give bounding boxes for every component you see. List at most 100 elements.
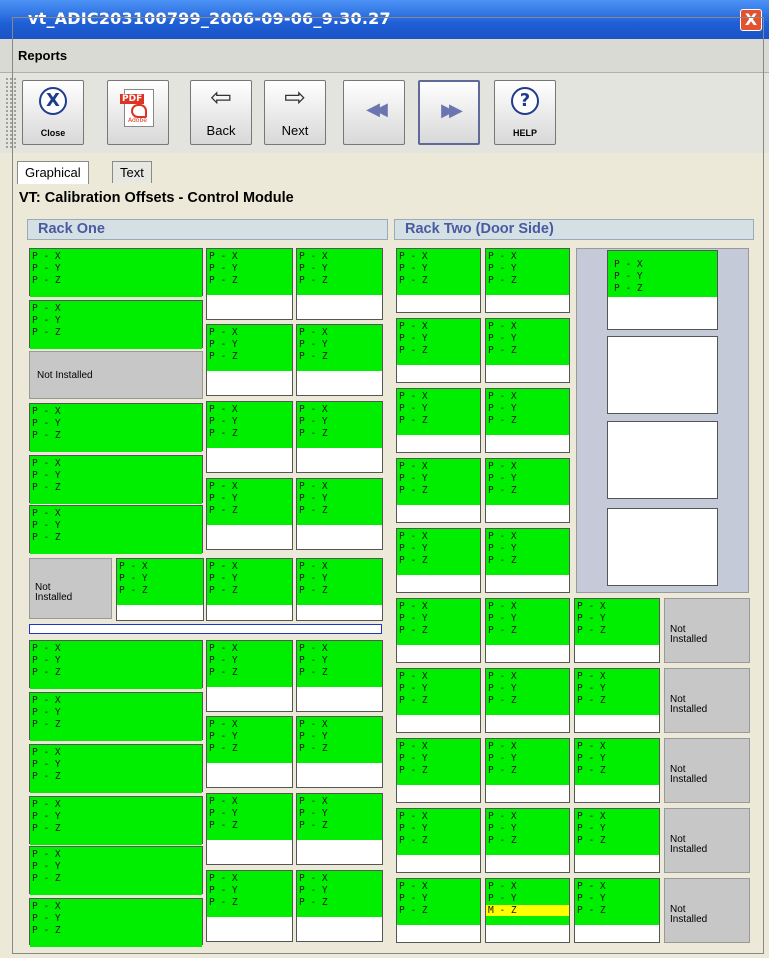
- label-p-y: P - Y: [299, 731, 328, 742]
- label-p-x: P - X: [488, 321, 517, 332]
- label-p-z: P - Z: [209, 667, 238, 678]
- label-p-x: P - X: [209, 873, 238, 884]
- rack-two-slot: P - XP - YP - Z: [396, 318, 481, 383]
- label-p-y: P - Y: [209, 731, 238, 742]
- label-p-y: P - Y: [299, 573, 328, 584]
- label-p-z: P - Z: [488, 485, 517, 496]
- label-p-z: P - Z: [299, 275, 328, 286]
- rack-two-slot: P - XP - YP - Z: [396, 808, 481, 873]
- label-p-x: P - X: [299, 719, 328, 730]
- rack-one-slot: P - XP - YP - Z: [296, 716, 383, 788]
- label-p-y: P - Y: [209, 263, 238, 274]
- label-p-z: P - Z: [299, 585, 328, 596]
- label-p-y: P - Y: [488, 333, 517, 344]
- rack-one-slot: P - XP - YP - Z: [206, 324, 293, 396]
- label-p-y: P - Y: [488, 753, 517, 764]
- rack-two-header: Rack Two (Door Side): [394, 219, 754, 240]
- label-p-z: P - Z: [32, 430, 61, 441]
- label-p-x: P - X: [488, 601, 517, 612]
- label-p-z: P - Z: [299, 897, 328, 908]
- rack-two-not-installed: Not Installed: [664, 878, 750, 943]
- label-p-z: P - Z: [299, 351, 328, 362]
- label-p-x: P - X: [399, 321, 428, 332]
- label-p-x: P - X: [488, 811, 517, 822]
- rack-two-slot: P - XP - YP - Z: [396, 878, 481, 943]
- label-p-z: P - Z: [488, 625, 517, 636]
- rack-one-wide-slot: P - XP - YP - Z: [29, 248, 203, 297]
- installed-label: Installed: [670, 773, 708, 785]
- rack-one-wide-slot: P - XP - YP - Z: [29, 898, 203, 947]
- label-p-z: P - Z: [32, 719, 61, 730]
- rack-two-slot: P - XP - YP - Z: [396, 598, 481, 663]
- label-p-x: P - X: [488, 391, 517, 402]
- label-p-y: P - Y: [32, 861, 61, 872]
- rack-one-slot: P - XP - YP - Z: [206, 478, 293, 550]
- label-p-y: P - Y: [488, 263, 517, 274]
- label-p-z: P - Z: [299, 820, 328, 831]
- label-p-z: P - Z: [209, 428, 238, 439]
- label-p-y: P - Y: [299, 263, 328, 274]
- label-p-z: P - Z: [399, 275, 428, 286]
- label-p-x: P - X: [299, 796, 328, 807]
- label-p-y: P - Y: [399, 613, 428, 624]
- not-installed-label: Not Installed: [37, 370, 93, 381]
- rack-one-header: Rack One: [27, 219, 388, 240]
- label-p-y: P - Y: [488, 613, 517, 624]
- label-p-z: P - Z: [488, 415, 517, 426]
- installed-label: Installed: [670, 913, 708, 925]
- section-title: VT: Calibration Offsets - Control Module: [16, 190, 297, 206]
- label-p-y: P - Y: [488, 893, 517, 904]
- label-p-z: P - Z: [488, 695, 517, 706]
- label-m-z: M - Z: [486, 905, 569, 916]
- label-p-y: P - Y: [577, 613, 606, 624]
- label-p-y: P - Y: [577, 753, 606, 764]
- label-p-x: P - X: [32, 695, 61, 706]
- rack-two-slot: P - XP - YP - Z: [485, 808, 570, 873]
- rack-two-empty-slot: [607, 336, 718, 414]
- rack-two-slot: P - XP - YP - Z: [485, 668, 570, 733]
- label-p-z: P - Z: [32, 327, 61, 338]
- label-p-y: P - Y: [299, 493, 328, 504]
- label-p-x: P - X: [488, 531, 517, 542]
- label-p-y: P - Y: [32, 913, 61, 924]
- rack-two-slot: P - XP - YP - Z: [485, 318, 570, 383]
- label-p-z: P - Z: [299, 505, 328, 516]
- label-p-y: P - Y: [299, 808, 328, 819]
- label-p-z: P - Z: [32, 667, 61, 678]
- label-p-y: P - Y: [399, 473, 428, 484]
- rack-one-wide-slot: P - XP - YP - Z: [29, 846, 203, 895]
- rack-one-slot: P - XP - YP - Z: [296, 558, 383, 621]
- label-p-y: P - Y: [488, 403, 517, 414]
- label-p-y: P - Y: [488, 473, 517, 484]
- label-p-y: P - Y: [399, 263, 428, 274]
- rack-two-slot: P - XP - YP - Z: [396, 738, 481, 803]
- label-p-x: P - X: [32, 643, 61, 654]
- label-p-x: P - X: [299, 404, 328, 415]
- label-p-z: P - Z: [399, 905, 428, 916]
- label-p-x: P - X: [209, 251, 238, 262]
- label-p-x: P - X: [299, 251, 328, 262]
- label-p-z: P - Z: [299, 667, 328, 678]
- rack-two-slot: P - XP - YP - Z: [485, 738, 570, 803]
- rack-two-slot: P - XP - YM - Z: [485, 878, 570, 943]
- label-p-y: P - Y: [577, 823, 606, 834]
- label-p-y: P - Y: [119, 573, 148, 584]
- label-p-x: P - X: [209, 796, 238, 807]
- label-p-x: P - X: [488, 741, 517, 752]
- label-p-x: P - X: [32, 406, 61, 417]
- label-p-z: P - Z: [488, 765, 517, 776]
- label-p-x: P - X: [399, 811, 428, 822]
- label-p-z: P - Z: [119, 585, 148, 596]
- rack-one-slot: P - XP - YP - Z: [206, 716, 293, 788]
- rack-one-slot: P - XP - YP - Z: [296, 478, 383, 550]
- label-p-y: P - Y: [209, 655, 238, 666]
- label-p-x: P - X: [399, 601, 428, 612]
- label-p-y: P - Y: [299, 885, 328, 896]
- rack-one-wide-slot: P - XP - YP - Z: [29, 455, 203, 504]
- rack-two-empty-slot: [607, 508, 718, 586]
- label-p-z: P - Z: [399, 765, 428, 776]
- rack-two-slot: P - XP - YP - Z: [396, 248, 481, 313]
- label-p-y: P - Y: [399, 753, 428, 764]
- label-p-x: P - X: [32, 458, 61, 469]
- label-p-z: P - Z: [32, 275, 61, 286]
